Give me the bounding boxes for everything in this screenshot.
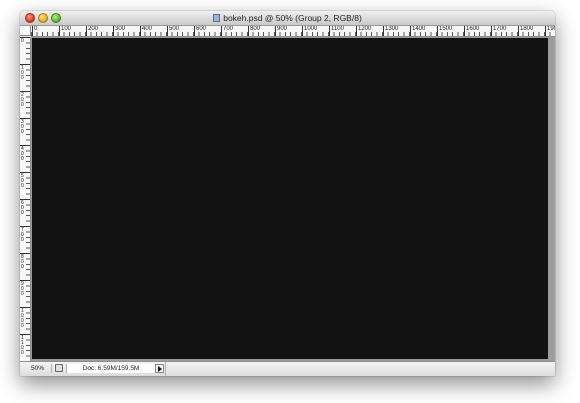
ruler-label: 500 — [20, 172, 30, 189]
ruler-label: 190 — [544, 26, 555, 36]
ruler-label: 1700 — [490, 26, 507, 36]
ruler-origin[interactable] — [20, 26, 31, 36]
ruler-label: 400 — [20, 145, 30, 162]
preview-icon[interactable] — [55, 364, 63, 372]
photoshop-document-icon — [213, 14, 221, 22]
ruler-label: 600 — [20, 199, 30, 216]
ruler-label: 1000 — [20, 307, 30, 329]
ruler-label: 1800 — [517, 26, 534, 36]
ruler-label: 800 — [20, 253, 30, 270]
document-canvas[interactable] — [32, 38, 548, 359]
ruler-label: 200 — [20, 91, 30, 108]
ruler-label: 700 — [20, 226, 30, 243]
triangle-right-icon[interactable] — [155, 364, 164, 373]
ruler-label: 900 — [274, 26, 288, 36]
canvas-pasteboard — [31, 37, 555, 362]
title-bar[interactable]: bokeh.psd @ 50% (Group 2, RGB/8) — [20, 11, 555, 26]
window-title-text: bokeh.psd @ 50% (Group 2, RGB/8) — [223, 13, 362, 23]
ruler-label: 1300 — [382, 26, 399, 36]
ruler-label: 700 — [220, 26, 234, 36]
ruler-label: 1100 — [20, 334, 30, 356]
ruler-label: 1600 — [463, 26, 480, 36]
ruler-label: 1000 — [301, 26, 318, 36]
ruler-label: 1500 — [436, 26, 453, 36]
ruler-label: 300 — [112, 26, 126, 36]
vertical-ruler[interactable]: 0 100 200 300 400 500 600 700 800 900 1000 1100 — [20, 37, 31, 362]
window-title: bokeh.psd @ 50% (Group 2, RGB/8) — [20, 12, 555, 24]
ruler-label: 600 — [193, 26, 207, 36]
ruler-label: 100 — [20, 64, 30, 81]
status-filler — [165, 362, 555, 376]
ruler-label: 200 — [85, 26, 99, 36]
doc-size-info: Doc: 6.59M/159.5M — [66, 364, 156, 373]
ruler-label: 0 — [20, 37, 30, 44]
ruler-label: 1200 — [355, 26, 372, 36]
ruler-label: 800 — [247, 26, 261, 36]
ruler-label: 400 — [139, 26, 153, 36]
document-window: bokeh.psd @ 50% (Group 2, RGB/8) 0 100 200… — [20, 11, 555, 376]
ruler-label: 500 — [166, 26, 180, 36]
zoom-level-field[interactable]: 50% — [22, 364, 52, 373]
ruler-label: 1400 — [409, 26, 426, 36]
status-bar: 50% Doc: 6.59M/159.5M — [20, 361, 555, 376]
ruler-label: 1100 — [329, 26, 344, 36]
ruler-label: 300 — [20, 118, 30, 135]
horizontal-ruler[interactable]: 0 100 200 300 400 500 600 700 800 900 1000 1100 1200… — [31, 26, 555, 37]
ruler-label: 900 — [20, 280, 30, 297]
ruler-label: 0 — [31, 26, 38, 36]
ruler-label: 100 — [58, 26, 72, 36]
